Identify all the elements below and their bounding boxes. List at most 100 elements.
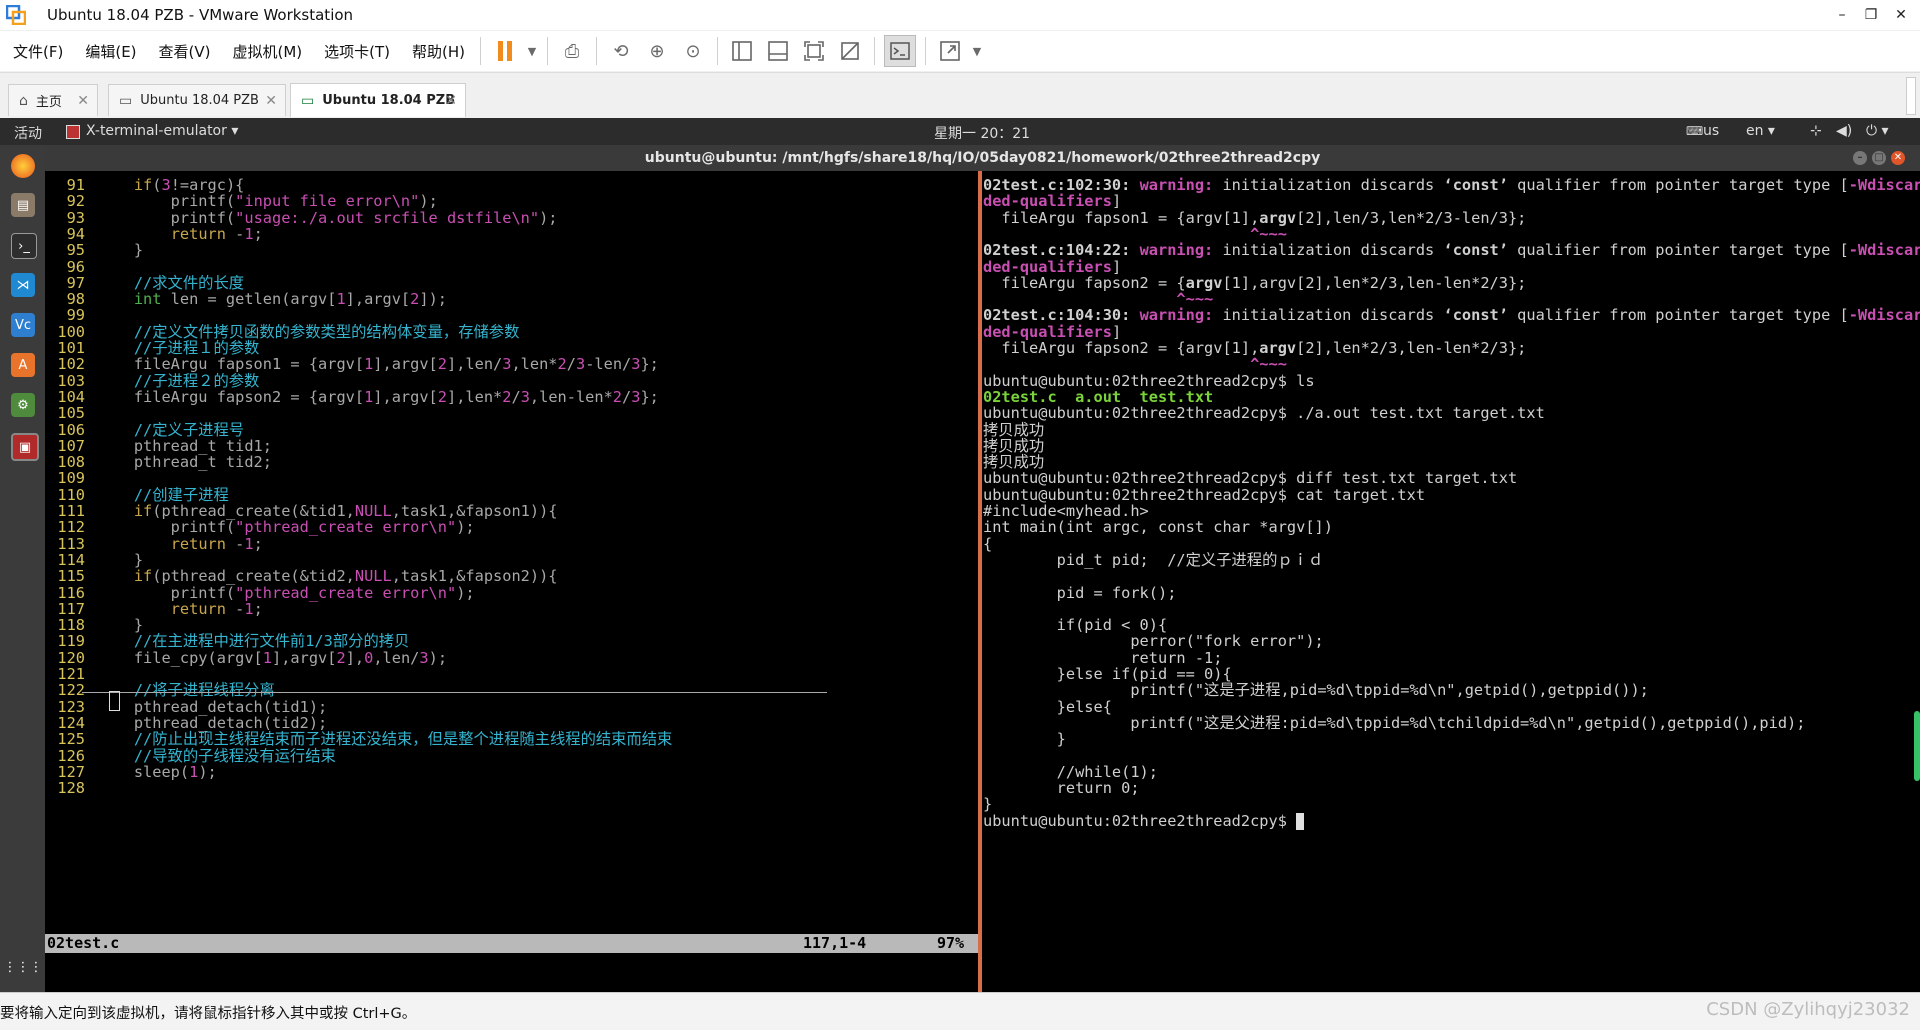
terminal-minimize-button[interactable]: – [1853, 151, 1867, 165]
shell-line: 02test.c:104:22: warning: initialization… [983, 240, 1920, 260]
menu-tabs[interactable]: 选项卡(T) [311, 41, 399, 62]
code-token: ],argv[ [272, 648, 337, 667]
vim-line: 120 file_cpy(argv[1],argv[2],0,len/3); [45, 648, 447, 668]
code-token: -len/ [585, 355, 632, 374]
code-token: ,len* [511, 355, 558, 374]
tab-bar: ⌂ 主页 ✕ ▭ Ubuntu 18.04 PZB ✕ ▭ Ubuntu 18.… [0, 72, 1920, 117]
tab-scrollbar[interactable] [1906, 77, 1916, 115]
network-icon[interactable]: ⊹ [1810, 123, 1822, 139]
shell-scrollbar[interactable] [1914, 711, 1920, 781]
shell-text: ‘const’ [1443, 241, 1508, 260]
terminal-close-button[interactable]: ✕ [1891, 151, 1905, 165]
shell-pane[interactable]: 02test.c:102:30: warning: initialization… [982, 171, 1920, 992]
vscode-icon[interactable]: ⋊ [11, 273, 35, 297]
home-icon: ⌂ [19, 92, 28, 109]
shell-text: -Wdiscar [1848, 176, 1920, 194]
power-icon[interactable]: ⏻ ▾ [1866, 123, 1889, 139]
code-token: return [170, 224, 226, 243]
minimize-button[interactable]: – [1827, 3, 1857, 27]
sidebar-toggle-icon[interactable] [727, 36, 757, 66]
menu-view[interactable]: 查看(V) [146, 41, 220, 62]
send-ctrl-alt-del-icon[interactable]: ⎙ [557, 36, 587, 66]
app-menu[interactable]: X-terminal-emulator ▾ [86, 123, 238, 139]
shell-text: ubuntu@ubuntu:02three2thread2cpy$ ./a.ou… [983, 404, 1545, 423]
pause-icon[interactable] [490, 36, 520, 66]
tab-close-icon[interactable]: ✕ [445, 93, 457, 109]
menu-vm[interactable]: 虚拟机(M) [220, 41, 312, 62]
shell-line: pid = fork(); [983, 583, 1177, 603]
restore-button[interactable]: ❐ [1856, 3, 1886, 27]
code-token: 1 [244, 534, 254, 553]
menu-file[interactable]: 文件(F) [0, 41, 72, 62]
activities-button[interactable]: 活动 [14, 123, 42, 143]
code-token: 3 [419, 648, 429, 667]
tab-vm-1[interactable]: ▭ Ubuntu 18.04 PZB ✕ [108, 84, 286, 116]
app-grid-icon[interactable]: ⋮⋮⋮ [4, 955, 43, 979]
menu-edit[interactable]: 编辑(E) [72, 41, 145, 62]
fullscreen-icon[interactable] [799, 36, 829, 66]
toolbar-separator [480, 37, 482, 65]
volume-icon[interactable]: ◀) [1836, 123, 1852, 139]
vmware-status-bar: 要将输入定向到该虚拟机，请将鼠标指针移入其中或按 Ctrl+G。 CSDN @Z… [0, 992, 1920, 1030]
status-message: 要将输入定向到该虚拟机，请将鼠标指针移入其中或按 Ctrl+G。 [0, 1006, 417, 1022]
shell-line: int main(int argc, const char *argv[]) [983, 517, 1333, 537]
unity-mode-icon[interactable] [835, 36, 865, 66]
shell-prompt-line[interactable]: ubuntu@ubuntu:02three2thread2cpy$ [983, 811, 1305, 831]
code-token: 3 [575, 355, 586, 374]
clock[interactable]: 星期一 20：21 [934, 123, 1030, 143]
close-button[interactable]: ✕ [1886, 3, 1916, 27]
thumbnail-bar-icon[interactable] [763, 36, 793, 66]
pause-dropdown-icon[interactable]: ▼ [526, 36, 538, 66]
menu-help[interactable]: 帮助(H) [399, 41, 474, 62]
code-token: 1 [244, 599, 254, 618]
shell-text: [1],argv[2],len*2/3,len-len*2/3}; [1222, 273, 1527, 292]
tab-vm-2[interactable]: ▭ Ubuntu 18.04 PZB ✕ [290, 83, 466, 117]
console-view-icon[interactable] [884, 35, 917, 67]
code-token: ); [456, 583, 475, 602]
code-token: "pthread_create error\n" [235, 518, 457, 537]
vim-status-percent: 97% [937, 934, 965, 952]
code-token: "usage:./a.out srcfile dstfile\n" [235, 208, 540, 227]
snapshot-icon[interactable]: ⟲ [606, 36, 636, 66]
code-token: 2 [336, 648, 346, 667]
code-token: len = getlen(argv[ [161, 290, 337, 309]
snapshot-manager-icon[interactable]: ⊙ [678, 36, 708, 66]
code-token: / [511, 387, 521, 406]
vim-editor-pane[interactable]: 91 if(3!=argc){92 printf("input file err… [45, 171, 978, 992]
code-token: 2 [410, 290, 420, 309]
code-token: ; [253, 534, 263, 553]
code-token: ); [539, 208, 558, 227]
input-source[interactable]: us [1703, 123, 1719, 139]
toolbar-separator [925, 37, 927, 65]
terminal-maximize-button[interactable]: □ [1872, 151, 1886, 165]
x-terminal-icon[interactable]: ▣ [11, 433, 39, 461]
code-token: ],len* [446, 387, 503, 406]
files-icon[interactable]: ▤ [11, 193, 35, 217]
tab-close-icon[interactable]: ✕ [77, 93, 89, 109]
shell-text: qualifier from pointer target type [ [1507, 306, 1849, 325]
shell-text: return 0; [983, 779, 1140, 798]
tab-close-icon[interactable]: ✕ [265, 93, 277, 109]
shell-line: } [983, 729, 1066, 749]
shell-line: printf("这是父进程:pid=%d\tppid=%d\tchildpid=… [983, 713, 1805, 733]
revert-snapshot-icon[interactable]: ⊕ [642, 36, 672, 66]
shell-text: } [983, 730, 1066, 749]
vc-app-icon[interactable]: Vc [11, 313, 35, 337]
terminal-icon[interactable]: ›_ [11, 233, 37, 259]
shell-text: warning: [1139, 176, 1223, 194]
stretch-view-icon[interactable] [935, 36, 965, 66]
code-token: pthread_t tid2; [97, 453, 272, 472]
menu-bar: 文件(F) 编辑(E) 查看(V) 虚拟机(M) 选项卡(T) 帮助(H) ▼ … [0, 31, 1920, 71]
shell-text: warning: [1139, 241, 1223, 260]
software-center-icon[interactable]: A [11, 353, 35, 377]
shell-text: -Wdiscar [1848, 241, 1920, 260]
vim-status-position: 117,1-4 [803, 934, 867, 952]
shell-text: initialization discards [1222, 241, 1444, 260]
language-menu[interactable]: en ▾ [1746, 123, 1775, 139]
tab-home[interactable]: ⌂ 主页 ✕ [8, 84, 98, 116]
firefox-icon[interactable] [11, 154, 35, 178]
settings-icon[interactable]: ⚙ [11, 393, 35, 417]
ubuntu-dock: ▤ ›_ ⋊ Vc A ⚙ ▣ ⋮⋮⋮ [0, 145, 45, 992]
code-token: 2 [437, 387, 447, 406]
stretch-dropdown-icon[interactable]: ▼ [971, 36, 983, 66]
